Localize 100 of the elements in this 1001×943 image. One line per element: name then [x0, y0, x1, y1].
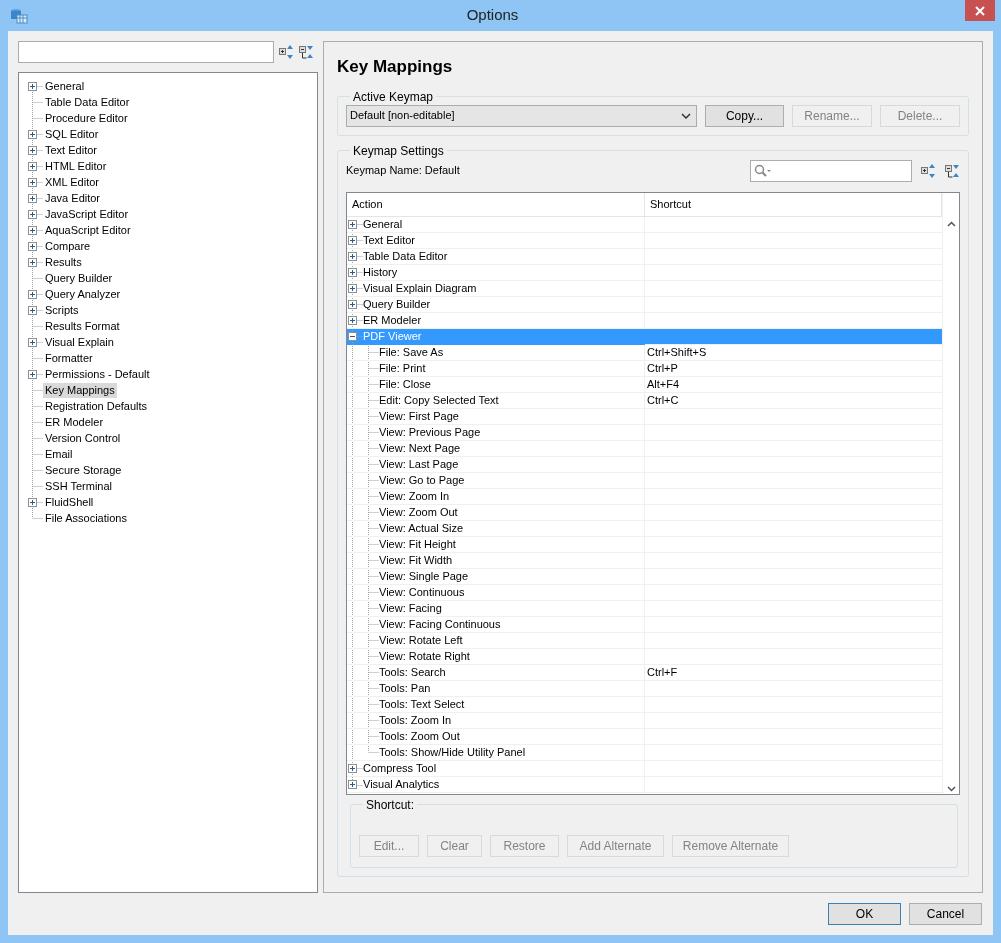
plus-box-icon[interactable]: [347, 266, 358, 278]
plus-box-icon[interactable]: [27, 176, 38, 188]
action-label: Visual Analytics: [363, 776, 440, 792]
column-header[interactable]: Shortcut: [645, 192, 942, 217]
plus-box-icon[interactable]: [347, 218, 358, 230]
action-label: View: Zoom Out: [379, 504, 458, 520]
tree-item[interactable]: Permissions - Default: [43, 366, 152, 382]
tree-item[interactable]: Results: [43, 254, 84, 270]
scrollbar[interactable]: [942, 192, 959, 794]
expand-all-icon[interactable]: [278, 44, 294, 60]
plus-box-icon[interactable]: [347, 762, 358, 774]
group-legend: Shortcut:: [363, 797, 418, 812]
dropdown-value: Default [non-editable]: [350, 108, 455, 124]
dialog-button[interactable]: Cancel: [909, 903, 982, 925]
plus-box-icon[interactable]: [27, 304, 38, 316]
plus-box-icon[interactable]: [27, 80, 38, 92]
tree-item[interactable]: Results Format: [43, 318, 122, 334]
plus-box-icon[interactable]: [347, 250, 358, 262]
action-label: Query Builder: [363, 296, 431, 312]
plus-box-icon[interactable]: [347, 234, 358, 246]
table-row[interactable]: Compress Tool: [347, 760, 942, 777]
table-row[interactable]: History: [347, 264, 942, 281]
tree-item[interactable]: Visual Explain: [43, 334, 116, 350]
tree-item[interactable]: Query Builder: [43, 270, 115, 286]
action-label: Tools: Search: [379, 664, 446, 680]
search-field[interactable]: [18, 41, 274, 63]
plus-box-icon[interactable]: [347, 282, 358, 294]
table-row[interactable]: Table Data Editor: [347, 248, 942, 265]
tree-item[interactable]: Version Control: [43, 430, 123, 446]
tree-item[interactable]: Secure Storage: [43, 462, 124, 478]
tree-item[interactable]: Compare: [43, 238, 93, 254]
plus-box-icon[interactable]: [27, 144, 38, 156]
keymap-dropdown[interactable]: Default [non-editable]: [346, 104, 697, 127]
tree-item[interactable]: Registration Defaults: [43, 398, 150, 414]
plus-box-icon[interactable]: [27, 208, 38, 220]
plus-box-icon[interactable]: [27, 496, 38, 508]
tree-item[interactable]: Procedure Editor: [43, 110, 130, 126]
action-label: View: Fit Height: [379, 536, 456, 552]
table-row[interactable]: Text Editor: [347, 232, 942, 249]
plus-box-icon[interactable]: [347, 778, 358, 790]
action-label: Compress Tool: [363, 760, 437, 776]
table-row[interactable]: General: [347, 216, 942, 233]
tree-item[interactable]: FluidShell: [43, 494, 96, 510]
plus-box-icon[interactable]: [27, 224, 38, 236]
tree-item[interactable]: Email: [43, 446, 75, 462]
tree-item[interactable]: SSH Terminal: [43, 478, 115, 494]
tree-item[interactable]: General: [43, 78, 87, 94]
plus-box-icon[interactable]: [347, 314, 358, 326]
tree-item[interactable]: Scripts: [43, 302, 81, 318]
filter-field[interactable]: [750, 159, 912, 182]
action-label: View: Continuous: [379, 584, 465, 600]
window-title: Options: [465, 5, 520, 26]
action-label: View: Facing: [379, 600, 442, 616]
plus-box-icon[interactable]: [27, 128, 38, 140]
tree-item[interactable]: XML Editor: [43, 174, 101, 190]
plus-box-icon[interactable]: [347, 298, 358, 310]
collapse-all-icon[interactable]: [944, 162, 960, 179]
tree-item[interactable]: ER Modeler: [43, 414, 106, 430]
action-label: Tools: Pan: [379, 680, 431, 696]
tree-item[interactable]: Table Data Editor: [43, 94, 132, 110]
column-header[interactable]: Action: [347, 192, 645, 217]
plus-box-icon[interactable]: [27, 192, 38, 204]
table-row[interactable]: Visual Explain Diagram: [347, 280, 942, 297]
table-row[interactable]: ER Modeler: [347, 312, 942, 329]
plus-box-icon[interactable]: [27, 368, 38, 380]
collapse-all-icon[interactable]: [298, 44, 314, 60]
table-row[interactable]: Visual Analytics: [347, 776, 942, 793]
action-label: File: Save As: [379, 344, 444, 360]
action-label: View: Last Page: [379, 456, 459, 472]
plus-box-icon[interactable]: [27, 240, 38, 252]
tree-item[interactable]: JavaScript Editor: [43, 206, 131, 222]
tree-item[interactable]: Key Mappings: [43, 382, 117, 398]
action-label: View: Single Page: [379, 568, 469, 584]
chevron-down-icon[interactable]: [946, 785, 956, 792]
action-label: General: [363, 216, 403, 232]
plus-box-icon[interactable]: [27, 256, 38, 268]
minus-box-icon[interactable]: [347, 330, 358, 342]
action-button[interactable]: Copy...: [705, 104, 784, 127]
chevron-up-icon[interactable]: [946, 220, 956, 227]
tree-item[interactable]: Query Analyzer: [43, 286, 123, 302]
tree-item[interactable]: AquaScript Editor: [43, 222, 133, 238]
tree-item[interactable]: Formatter: [43, 350, 95, 366]
table-row[interactable]: Query Builder: [347, 296, 942, 313]
shortcut-cell: Ctrl+Shift+S: [645, 344, 942, 361]
app-icon: [10, 7, 28, 24]
tree-item[interactable]: SQL Editor: [43, 126, 101, 142]
dialog-button[interactable]: OK: [828, 903, 901, 925]
tree-item[interactable]: File Associations: [43, 510, 129, 526]
tree-item[interactable]: HTML Editor: [43, 158, 109, 174]
close-button[interactable]: [965, 0, 995, 21]
plus-box-icon[interactable]: [27, 160, 38, 172]
plus-box-icon[interactable]: [27, 336, 38, 348]
action-label: Edit: Copy Selected Text: [379, 392, 499, 408]
expand-all-icon[interactable]: [920, 162, 936, 179]
tree-item[interactable]: Text Editor: [43, 142, 99, 158]
action-label: View: Zoom In: [379, 488, 450, 504]
plus-box-icon[interactable]: [27, 288, 38, 300]
tree-item[interactable]: Java Editor: [43, 190, 103, 206]
action-label: History: [363, 264, 398, 280]
close-icon: [975, 5, 985, 16]
